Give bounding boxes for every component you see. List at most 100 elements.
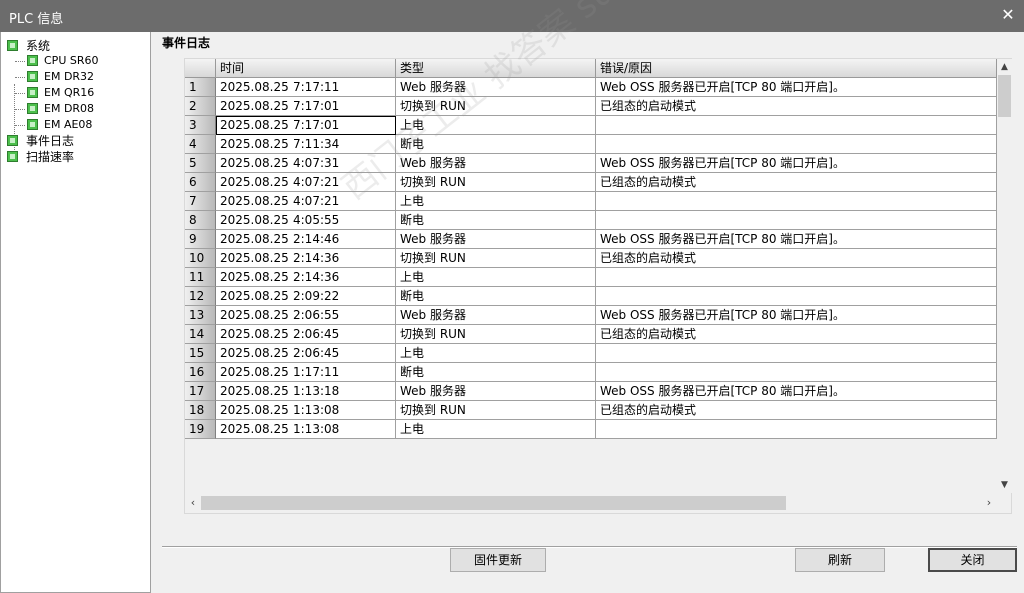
type-cell[interactable]: 切换到 RUN	[396, 249, 596, 268]
table-row[interactable]: 13 2025.08.25 2:06:55 Web 服务器 Web OSS 服务器已开启…	[185, 306, 997, 325]
reason-cell[interactable]: Web OSS 服务器已开启[TCP 80 端口开启]。	[596, 154, 997, 173]
table-row[interactable]: 16 2025.08.25 1:17:11 断电	[185, 363, 997, 382]
time-cell[interactable]: 2025.08.25 1:13:08	[216, 420, 396, 439]
reason-cell[interactable]: 已组态的启动模式	[596, 249, 997, 268]
scroll-right-icon[interactable]: ›	[981, 493, 997, 513]
type-cell[interactable]: 切换到 RUN	[396, 97, 596, 116]
type-cell[interactable]: 上电	[396, 420, 596, 439]
close-button[interactable]: 关闭	[928, 548, 1017, 572]
firmware-update-button[interactable]: 固件更新	[450, 548, 546, 572]
time-cell[interactable]: 2025.08.25 4:07:21	[216, 192, 396, 211]
type-cell[interactable]: 断电	[396, 287, 596, 306]
type-cell[interactable]: Web 服务器	[396, 78, 596, 97]
vertical-scroll-thumb[interactable]	[998, 75, 1011, 117]
table-row[interactable]: 10 2025.08.25 2:14:36 切换到 RUN 已组态的启动模式	[185, 249, 997, 268]
table-row[interactable]: 12 2025.08.25 2:09:22 断电	[185, 287, 997, 306]
time-cell[interactable]: 2025.08.25 4:07:21	[216, 173, 396, 192]
type-cell[interactable]: 切换到 RUN	[396, 325, 596, 344]
scroll-left-icon[interactable]: ‹	[185, 493, 201, 513]
table-row[interactable]: 2 2025.08.25 7:17:01 切换到 RUN 已组态的启动模式	[185, 97, 997, 116]
reason-cell[interactable]: 已组态的启动模式	[596, 325, 997, 344]
table-row[interactable]: 1 2025.08.25 7:17:11 Web 服务器 Web OSS 服务器已开启[…	[185, 78, 997, 97]
time-cell[interactable]: 2025.08.25 2:14:46	[216, 230, 396, 249]
reason-cell[interactable]: 已组态的启动模式	[596, 401, 997, 420]
green-square-icon	[27, 119, 38, 130]
time-cell[interactable]: 2025.08.25 7:11:34	[216, 135, 396, 154]
type-cell[interactable]: Web 服务器	[396, 230, 596, 249]
refresh-button[interactable]: 刷新	[795, 548, 885, 572]
table-row[interactable]: 9 2025.08.25 2:14:46 Web 服务器 Web OSS 服务器已开启[…	[185, 230, 997, 249]
reason-cell[interactable]: 已组态的启动模式	[596, 97, 997, 116]
type-cell[interactable]: 断电	[396, 135, 596, 154]
reason-cell[interactable]	[596, 363, 997, 382]
time-value: 2:14:36	[293, 270, 340, 284]
reason-cell[interactable]	[596, 287, 997, 306]
table-row[interactable]: 17 2025.08.25 1:13:18 Web 服务器 Web OSS 服务器已开启…	[185, 382, 997, 401]
table-row[interactable]: 7 2025.08.25 4:07:21 上电	[185, 192, 997, 211]
type-cell[interactable]: 切换到 RUN	[396, 401, 596, 420]
table-row[interactable]: 14 2025.08.25 2:06:45 切换到 RUN 已组态的启动模式	[185, 325, 997, 344]
time-cell[interactable]: 2025.08.25 2:06:45	[216, 325, 396, 344]
time-cell[interactable]: 2025.08.25 7:17:01	[216, 97, 396, 116]
reason-cell[interactable]	[596, 116, 997, 135]
time-cell[interactable]: 2025.08.25 2:14:36	[216, 268, 396, 287]
reason-cell[interactable]	[596, 192, 997, 211]
scroll-up-icon[interactable]: ▲	[997, 59, 1012, 75]
table-row[interactable]: 15 2025.08.25 2:06:45 上电	[185, 344, 997, 363]
table-row[interactable]: 11 2025.08.25 2:14:36 上电	[185, 268, 997, 287]
time-cell[interactable]: 2025.08.25 2:14:36	[216, 249, 396, 268]
time-cell[interactable]: 2025.08.25 4:07:31	[216, 154, 396, 173]
type-cell[interactable]: 上电	[396, 268, 596, 287]
reason-cell[interactable]: 已组态的启动模式	[596, 173, 997, 192]
time-cell[interactable]: 2025.08.25 2:06:55	[216, 306, 396, 325]
time-cell[interactable]: 2025.08.25 7:17:11	[216, 78, 396, 97]
time-cell[interactable]: 2025.08.25 4:05:55	[216, 211, 396, 230]
table-row[interactable]: 5 2025.08.25 4:07:31 Web 服务器 Web OSS 服务器已开启[…	[185, 154, 997, 173]
type-cell[interactable]: 上电	[396, 116, 596, 135]
reason-cell[interactable]	[596, 135, 997, 154]
table-row[interactable]: 8 2025.08.25 4:05:55 断电	[185, 211, 997, 230]
table-row[interactable]: 3 2025.08.25 7:17:01 上电	[185, 116, 997, 135]
reason-cell[interactable]: Web OSS 服务器已开启[TCP 80 端口开启]。	[596, 382, 997, 401]
date-value: 2025.08.25	[220, 156, 289, 170]
time-cell[interactable]: 2025.08.25 2:06:45	[216, 344, 396, 363]
green-square-icon	[7, 135, 18, 146]
green-square-icon	[27, 103, 38, 114]
reason-cell[interactable]: Web OSS 服务器已开启[TCP 80 端口开启]。	[596, 230, 997, 249]
scroll-down-icon[interactable]: ▼	[997, 477, 1012, 493]
reason-cell[interactable]	[596, 344, 997, 363]
time-cell[interactable]: 2025.08.25 1:13:08	[216, 401, 396, 420]
type-cell[interactable]: 断电	[396, 363, 596, 382]
table-row[interactable]: 4 2025.08.25 7:11:34 断电	[185, 135, 997, 154]
time-cell[interactable]: 2025.08.25 2:09:22	[216, 287, 396, 306]
type-cell[interactable]: 断电	[396, 211, 596, 230]
type-cell[interactable]: 上电	[396, 192, 596, 211]
time-value: 4:05:55	[293, 213, 340, 227]
tree-item-label: CPU SR60	[44, 54, 99, 67]
type-cell[interactable]: Web 服务器	[396, 154, 596, 173]
table-row[interactable]: 19 2025.08.25 1:13:08 上电	[185, 420, 997, 439]
type-cell[interactable]: Web 服务器	[396, 382, 596, 401]
time-cell[interactable]: 2025.08.25 7:17:01	[216, 116, 396, 135]
reason-cell[interactable]: Web OSS 服务器已开启[TCP 80 端口开启]。	[596, 306, 997, 325]
reason-cell[interactable]	[596, 420, 997, 439]
type-cell[interactable]: Web 服务器	[396, 306, 596, 325]
column-header-type[interactable]: 类型	[396, 59, 596, 78]
horizontal-scrollbar[interactable]: ‹ ›	[185, 493, 997, 513]
reason-cell[interactable]	[596, 211, 997, 230]
table-row[interactable]: 6 2025.08.25 4:07:21 切换到 RUN 已组态的启动模式	[185, 173, 997, 192]
vertical-scrollbar[interactable]: ▲ ▼	[997, 59, 1012, 493]
date-value: 2025.08.25	[220, 289, 289, 303]
horizontal-scroll-thumb[interactable]	[201, 496, 786, 510]
reason-cell[interactable]	[596, 268, 997, 287]
column-header-reason[interactable]: 错误/原因	[596, 59, 997, 78]
time-value: 1:13:08	[293, 422, 340, 436]
type-cell[interactable]: 上电	[396, 344, 596, 363]
column-header-time[interactable]: 时间	[216, 59, 396, 78]
time-cell[interactable]: 2025.08.25 1:13:18	[216, 382, 396, 401]
type-cell[interactable]: 切换到 RUN	[396, 173, 596, 192]
time-cell[interactable]: 2025.08.25 1:17:11	[216, 363, 396, 382]
table-row[interactable]: 18 2025.08.25 1:13:08 切换到 RUN 已组态的启动模式	[185, 401, 997, 420]
reason-cell[interactable]: Web OSS 服务器已开启[TCP 80 端口开启]。	[596, 78, 997, 97]
close-icon[interactable]: ✕	[992, 0, 1024, 32]
